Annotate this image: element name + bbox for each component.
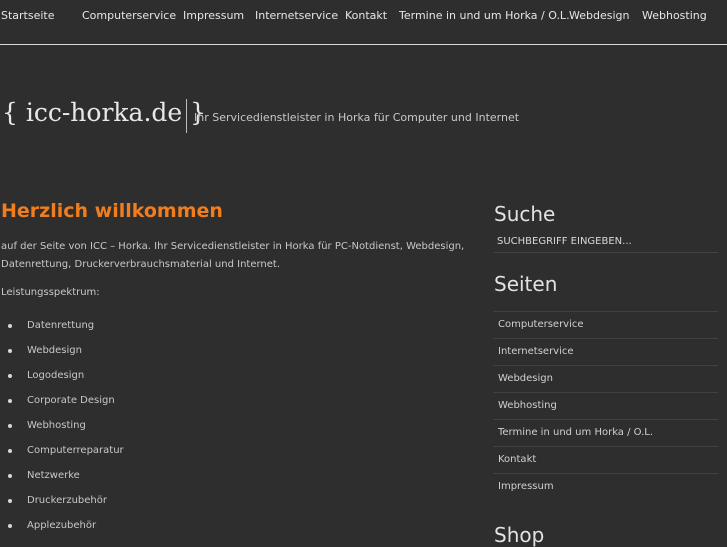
pages-heading: Seiten bbox=[494, 272, 558, 296]
page-link-internetservice[interactable]: Internetservice bbox=[498, 346, 574, 357]
pages-list-item: Computerservice bbox=[493, 311, 718, 338]
list-item: Netzwerke bbox=[0, 467, 124, 492]
service-label: Netzwerke bbox=[27, 470, 80, 481]
page-link-impressum[interactable]: Impressum bbox=[498, 481, 554, 492]
bullet-icon bbox=[8, 324, 12, 328]
service-label: Applezubehör bbox=[27, 520, 97, 531]
bullet-icon bbox=[8, 474, 12, 478]
logo-divider bbox=[186, 99, 187, 133]
shop-heading: Shop bbox=[494, 523, 545, 547]
list-item: Logodesign bbox=[0, 367, 124, 392]
pages-list-item: Internetservice bbox=[493, 338, 718, 365]
site-logo[interactable]: { icc-horka.de } bbox=[2, 98, 206, 127]
service-label: Datenrettung bbox=[27, 320, 95, 331]
nav-item-webhosting[interactable]: Webhosting bbox=[642, 9, 707, 22]
nav-item-termine[interactable]: Termine in und um Horka / O.L. bbox=[399, 9, 570, 22]
service-label: Corporate Design bbox=[27, 395, 115, 406]
page-link-kontakt[interactable]: Kontakt bbox=[498, 454, 536, 465]
services-label: Leistungsspektrum: bbox=[1, 287, 100, 298]
list-item: Webdesign bbox=[0, 342, 124, 367]
service-label: Logodesign bbox=[27, 370, 85, 381]
service-label: Webdesign bbox=[27, 345, 82, 356]
services-list: Datenrettung Webdesign Logodesign Corpor… bbox=[0, 317, 124, 542]
pages-list: Computerservice Internetservice Webdesig… bbox=[493, 311, 718, 500]
page-link-termine[interactable]: Termine in und um Horka / O.L. bbox=[498, 427, 653, 438]
bullet-icon bbox=[8, 399, 12, 403]
nav-item-impressum[interactable]: Impressum bbox=[183, 9, 244, 22]
nav-item-computerservice[interactable]: Computerservice bbox=[82, 9, 176, 22]
bullet-icon bbox=[8, 424, 12, 428]
pages-list-item: Termine in und um Horka / O.L. bbox=[493, 419, 718, 446]
service-label: Druckerzubehör bbox=[27, 495, 107, 506]
page-title: Herzlich willkommen bbox=[1, 200, 223, 222]
nav-item-internetservice[interactable]: Internetservice bbox=[255, 9, 338, 22]
site-tagline: Ihr Servicedienstleister in Horka für Co… bbox=[194, 111, 520, 124]
search-input[interactable] bbox=[494, 231, 718, 253]
pages-list-item: Impressum bbox=[493, 473, 718, 500]
intro-text: auf der Seite von ICC – Horka. Ihr Servi… bbox=[1, 241, 465, 270]
nav-item-webdesign[interactable]: Webdesign bbox=[569, 9, 629, 22]
pages-list-item: Kontakt bbox=[493, 446, 718, 473]
bullet-icon bbox=[8, 499, 12, 503]
bullet-icon bbox=[8, 449, 12, 453]
nav-item-startseite[interactable]: Startseite bbox=[1, 9, 55, 22]
service-label: Webhosting bbox=[27, 420, 86, 431]
list-item: Corporate Design bbox=[0, 392, 124, 417]
list-item: Datenrettung bbox=[0, 317, 124, 342]
bullet-icon bbox=[8, 524, 12, 528]
list-item: Computerreparatur bbox=[0, 442, 124, 467]
service-label: Computerreparatur bbox=[27, 445, 124, 456]
pages-list-item: Webhosting bbox=[493, 392, 718, 419]
page-link-computerservice[interactable]: Computerservice bbox=[498, 319, 584, 330]
list-item: Webhosting bbox=[0, 417, 124, 442]
top-navigation: Startseite Computerservice Impressum Int… bbox=[0, 0, 727, 45]
page-link-webhosting[interactable]: Webhosting bbox=[498, 400, 557, 411]
page-link-webdesign[interactable]: Webdesign bbox=[498, 373, 553, 384]
bullet-icon bbox=[8, 374, 12, 378]
search-heading: Suche bbox=[494, 202, 556, 226]
list-item: Applezubehör bbox=[0, 517, 124, 542]
list-item: Druckerzubehör bbox=[0, 492, 124, 517]
pages-list-item: Webdesign bbox=[493, 365, 718, 392]
bullet-icon bbox=[8, 349, 12, 353]
nav-item-kontakt[interactable]: Kontakt bbox=[345, 9, 387, 22]
